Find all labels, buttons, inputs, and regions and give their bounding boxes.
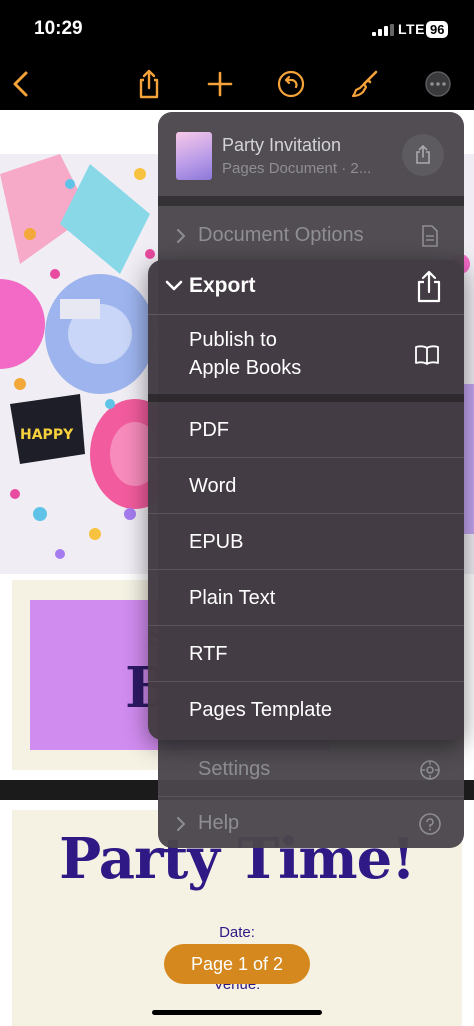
more-button[interactable] — [420, 66, 456, 102]
status-time: 10:29 — [34, 18, 83, 39]
paintbrush-icon — [351, 70, 378, 98]
export-epub-item[interactable]: EPUB — [148, 514, 464, 570]
settings-label: Settings — [198, 758, 271, 780]
document-subtitle: Pages Document · 2... — [222, 160, 372, 177]
help-label: Help — [198, 812, 240, 834]
export-word-label: Word — [189, 475, 237, 497]
export-submenu: Export Publish to Apple Books PDF Word E… — [148, 260, 464, 740]
share-button[interactable] — [131, 66, 167, 102]
share-icon — [139, 69, 159, 99]
export-epub-label: EPUB — [189, 531, 244, 553]
date-label: Date: — [219, 924, 255, 941]
document-options-item[interactable]: Document Options — [158, 210, 464, 262]
publish-label-line2: Apple Books — [189, 357, 302, 379]
document-thumbnail — [176, 132, 212, 180]
chevron-down-icon — [165, 280, 183, 291]
page-indicator[interactable]: Page 1 of 2 — [164, 944, 310, 984]
home-indicator[interactable] — [152, 1010, 322, 1015]
export-plain-text-item[interactable]: Plain Text — [148, 570, 464, 626]
document-options-label: Document Options — [198, 224, 364, 246]
export-pages-template-label: Pages Template — [189, 699, 333, 721]
book-icon — [415, 345, 439, 365]
plus-icon — [207, 71, 233, 97]
help-item[interactable]: Help — [158, 798, 464, 850]
share-icon — [417, 270, 441, 303]
cellular-signal-icon — [372, 24, 394, 36]
menu-separator — [158, 196, 464, 206]
share-icon — [416, 145, 430, 164]
top-toolbar — [0, 58, 474, 110]
export-title: Export — [189, 274, 256, 297]
export-plain-text-label: Plain Text — [189, 587, 276, 609]
chevron-right-icon — [177, 229, 186, 243]
svg-text:HAPPY: HAPPY — [20, 427, 74, 443]
settings-item[interactable]: Settings — [158, 744, 464, 796]
add-button[interactable] — [202, 66, 238, 102]
export-rtf-item[interactable]: RTF — [148, 626, 464, 682]
help-icon — [419, 813, 441, 835]
document-icon — [422, 225, 438, 247]
undo-button[interactable] — [273, 66, 309, 102]
publish-apple-books-item[interactable]: Publish to Apple Books — [148, 315, 464, 393]
export-pdf-item[interactable]: PDF — [148, 402, 464, 458]
menu-separator — [158, 796, 464, 797]
format-button[interactable] — [347, 66, 383, 102]
chevron-left-icon — [13, 71, 28, 97]
back-button[interactable] — [4, 66, 40, 102]
gear-icon — [420, 760, 440, 780]
document-info-header: Party Invitation Pages Document · 2... — [158, 112, 464, 192]
publish-label-line1: Publish to — [189, 329, 277, 351]
status-bar: 10:29 LTE 96 — [0, 0, 474, 58]
export-pages-template-item[interactable]: Pages Template — [148, 682, 464, 738]
document-share-button[interactable] — [402, 134, 444, 176]
undo-icon — [277, 70, 305, 98]
menu-separator — [148, 394, 464, 402]
export-pdf-label: PDF — [189, 419, 229, 441]
chevron-right-icon — [177, 817, 186, 831]
document-title: Party Invitation — [222, 135, 342, 155]
export-header[interactable]: Export — [148, 260, 464, 315]
export-rtf-label: RTF — [189, 643, 228, 665]
export-word-item[interactable]: Word — [148, 458, 464, 514]
more-icon — [425, 71, 451, 97]
battery-level: 96 — [426, 21, 449, 38]
network-type: LTE — [398, 21, 425, 37]
